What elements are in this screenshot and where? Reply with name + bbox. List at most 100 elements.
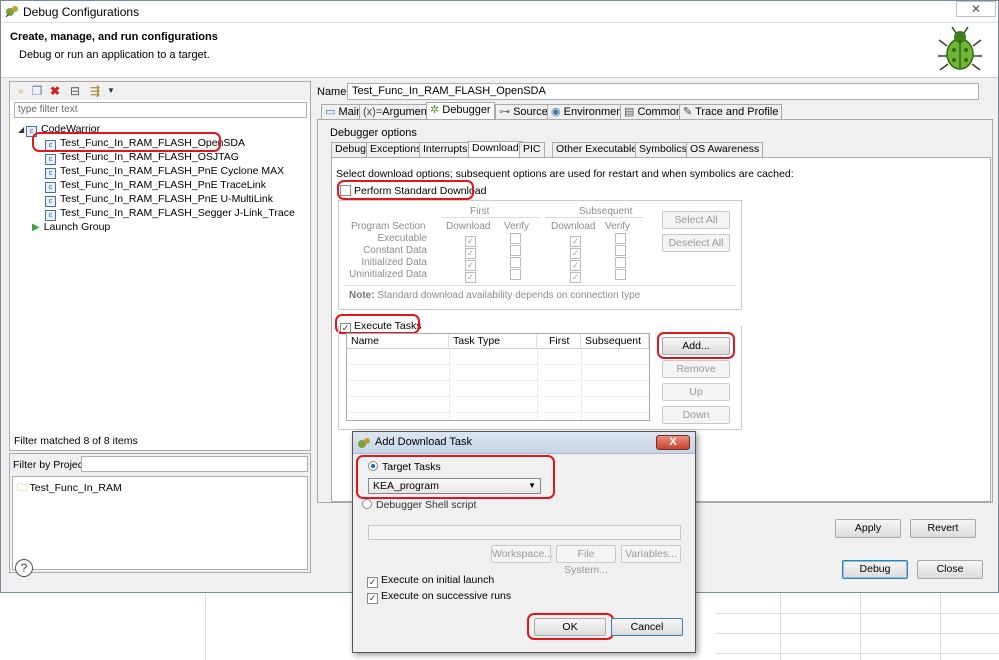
arguments-icon: (x)=: [363, 106, 383, 118]
tab-source[interactable]: ⊶ Source: [495, 104, 552, 120]
subtab-exceptions[interactable]: Exceptions: [366, 142, 426, 157]
filter-status-text: Filter matched 8 of 8 items: [14, 435, 138, 447]
execute-initial-launch-checkbox[interactable]: ✓ Execute on initial launch: [367, 574, 494, 588]
subtab-download[interactable]: Download: [468, 141, 523, 157]
filter-icon[interactable]: ⇶: [88, 84, 102, 98]
shell-script-path-field[interactable]: [368, 525, 681, 540]
subtab-os-awareness[interactable]: OS Awareness: [686, 142, 764, 157]
execute-successive-runs-checkbox[interactable]: ✓ Execute on successive runs: [367, 590, 511, 604]
chk-init-sub-verify[interactable]: [615, 257, 629, 269]
debugger-shell-script-radio[interactable]: Debugger Shell script: [362, 499, 476, 511]
project-filter-input[interactable]: [81, 456, 308, 472]
chk-init-first-verify[interactable]: [510, 257, 524, 269]
task-table: Name Task Type First Subsequent: [346, 333, 650, 421]
bug-gear-icon: [358, 438, 370, 448]
debug-button[interactable]: Debug: [842, 560, 908, 579]
header-title: Create, manage, and run configurations: [10, 31, 218, 43]
main-tab-icon: ▭: [325, 106, 336, 118]
tab-label: Environment: [563, 106, 626, 118]
project-item[interactable]: 🗀 Test_Func_In_RAM: [17, 481, 122, 495]
project-filter-panel: Filter by Project: 🗀 Test_Func_In_RAM: [9, 453, 311, 573]
chk-exec-first-verify[interactable]: [510, 233, 524, 245]
task-col-name[interactable]: Name: [347, 334, 449, 348]
tree-item-launch-group[interactable]: ▶ Launch Group: [32, 220, 110, 234]
highlight-ok-button: [527, 613, 614, 640]
expand-caret-icon[interactable]: ◢: [18, 123, 26, 137]
revert-button[interactable]: Revert: [910, 519, 976, 538]
tab-debugger[interactable]: ✲ Debugger: [426, 102, 495, 120]
source-tab-icon: ⊶: [499, 106, 510, 118]
tree-item-tracelink[interactable]: c Test_Func_In_RAM_FLASH_PnE TraceLink: [45, 178, 266, 193]
first-group-label: First: [470, 206, 490, 217]
delete-icon[interactable]: ✖: [48, 84, 62, 98]
row-executable: Executable: [377, 233, 427, 244]
deselect-all-button[interactable]: Deselect All: [662, 234, 730, 252]
file-system-button[interactable]: File System...: [556, 545, 616, 576]
config-name-field[interactable]: Test_Func_In_RAM_FLASH_OpenSDA: [347, 83, 979, 100]
configuration-tree-panel: ▫ ❐ ✖ ⊟ ⇶ ▼ type filter text ◢ c CodeWarri…: [9, 81, 311, 451]
common-tab-icon: ▤: [624, 106, 635, 118]
collapse-all-icon[interactable]: ⊟: [68, 84, 82, 98]
subtab-interrupts[interactable]: Interrupts: [419, 142, 472, 157]
close-button[interactable]: Close: [917, 560, 983, 579]
move-down-button[interactable]: Down: [662, 406, 730, 424]
cancel-button[interactable]: Cancel: [611, 618, 683, 636]
select-all-button[interactable]: Select All: [662, 211, 730, 229]
tree-item-cyclone-max[interactable]: c Test_Func_In_RAM_FLASH_PnE Cyclone MAX: [45, 164, 284, 179]
header-subtitle: Debug or run an application to a target.: [19, 49, 210, 61]
task-col-type[interactable]: Task Type: [449, 334, 537, 348]
subtab-pic[interactable]: PIC: [519, 142, 545, 157]
tab-label: Source: [513, 106, 548, 118]
checkbox-label: Execute on initial launch: [381, 574, 495, 586]
chk-exec-sub-verify[interactable]: [615, 233, 629, 245]
apply-button[interactable]: Apply: [835, 519, 901, 538]
tab-label: Debugger: [442, 104, 491, 116]
bug-gear-icon: [5, 6, 18, 18]
dialog-close-button[interactable]: X: [656, 435, 690, 450]
subtab-debug[interactable]: Debug: [331, 142, 370, 157]
tab-common[interactable]: ▤ Common: [620, 104, 687, 120]
debugger-options-label: Debugger options: [330, 127, 417, 139]
chevron-down-icon[interactable]: ▼: [104, 84, 118, 98]
row-constant-data: Constant Data: [363, 245, 427, 256]
chk-uninit-first-dl[interactable]: ✓: [465, 269, 479, 283]
tab-trace-and-profile[interactable]: ✎ Trace and Profile: [679, 104, 783, 120]
subsequent-group-label: Subsequent: [579, 206, 633, 217]
duplicate-icon[interactable]: ❐: [30, 84, 44, 98]
task-col-subsequent[interactable]: Subsequent: [581, 334, 649, 348]
radio-label: Debugger Shell script: [376, 499, 477, 511]
move-up-button[interactable]: Up: [662, 383, 730, 401]
tree-item-osjtag[interactable]: c Test_Func_In_RAM_FLASH_OSJTAG: [45, 150, 239, 165]
new-config-icon[interactable]: ▫: [14, 84, 28, 98]
subtab-symbolics[interactable]: Symbolics: [635, 142, 691, 157]
chk-const-sub-verify[interactable]: [615, 245, 629, 257]
col-verify-first: Verify: [504, 221, 530, 232]
launch-group-icon: ▶: [32, 222, 40, 233]
chk-uninit-sub-verify[interactable]: [615, 269, 629, 281]
highlight-target-tasks: [356, 455, 555, 499]
radio-unselected-icon: [362, 499, 372, 509]
variables-button[interactable]: Variables...: [621, 545, 681, 563]
chk-const-first-verify[interactable]: [510, 245, 524, 257]
tab-label: Trace and Profile: [695, 106, 779, 118]
highlight-selected-config: [32, 132, 221, 152]
remove-task-button[interactable]: Remove: [662, 360, 730, 378]
tree-item-jlink-trace[interactable]: c Test_Func_In_RAM_FLASH_Segger J-Link_Tr…: [45, 206, 295, 221]
chk-uninit-sub-dl[interactable]: ✓: [570, 269, 584, 283]
col-program-section: Program Section: [351, 221, 426, 232]
help-icon[interactable]: ?: [15, 559, 33, 577]
col-verify-subsequent: Verify: [605, 221, 631, 232]
filter-input[interactable]: type filter text: [14, 102, 307, 118]
task-col-first[interactable]: First: [537, 334, 581, 348]
tab-environment[interactable]: ◉ Environment: [547, 104, 630, 120]
header-area: Create, manage, and run configurations D…: [1, 23, 998, 78]
highlight-add-button: [657, 332, 735, 359]
title-bar: Debug Configurations ✕: [1, 1, 998, 23]
environment-tab-icon: ◉: [551, 106, 561, 118]
workspace-button[interactable]: Workspace...: [491, 545, 553, 563]
highlight-perform-download: [337, 180, 474, 200]
subtab-other-executables[interactable]: Other Executables: [552, 142, 647, 157]
window-close-button[interactable]: ✕: [956, 1, 996, 17]
tree-item-u-multilink[interactable]: c Test_Func_In_RAM_FLASH_PnE U-MultiLink: [45, 192, 273, 207]
chk-uninit-first-verify[interactable]: [510, 269, 524, 281]
